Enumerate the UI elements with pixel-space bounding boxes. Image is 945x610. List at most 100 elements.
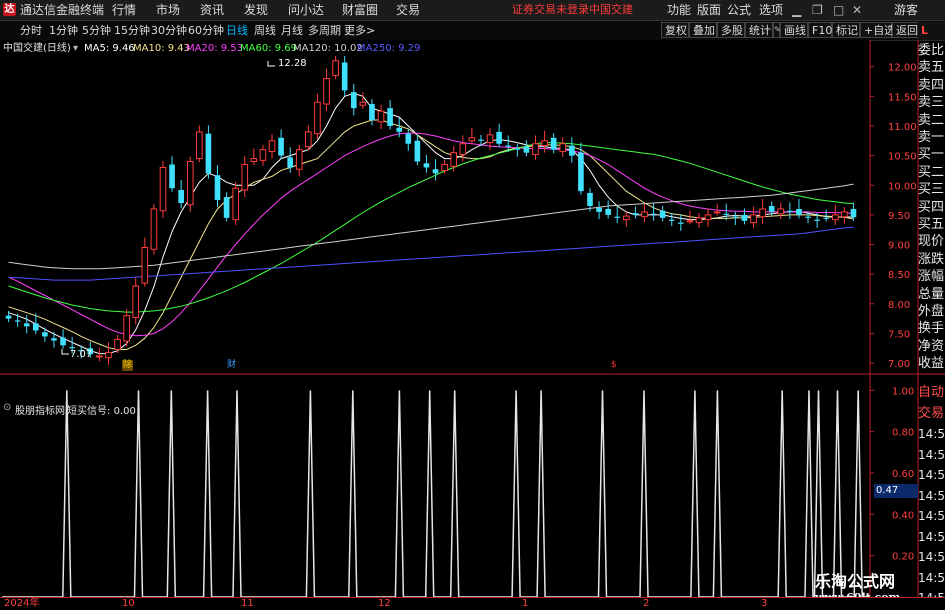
y-tick-label: 8.00 [888,300,910,311]
side-field-label: 买四 [918,199,945,215]
candle-body [323,78,330,105]
menu-discover[interactable]: 发现 [244,0,268,20]
menu-quotes[interactable]: 行情 [112,0,136,20]
adjust-button[interactable]: 复权 [661,22,689,38]
candle-body [823,217,830,219]
f10-button[interactable]: F10 [808,22,832,38]
menu-trade[interactable]: 交易 [396,0,420,20]
trade-time-label: 14:56 [918,427,945,441]
candle-body [486,134,494,144]
candle-body [805,216,811,218]
menu-function[interactable]: 功能 [667,0,691,20]
candle-body [478,139,484,141]
x-axis-label: 3 [761,598,768,609]
candle-body [178,189,184,204]
trade-time-label: 14:56 [918,570,945,585]
tab-60min[interactable]: 60分钟 [188,21,224,40]
low-price-label: 7.07 [70,349,93,360]
candle-body [787,210,793,212]
indicator-title[interactable]: 股朋指标网 [15,402,65,417]
candle-body [341,62,348,91]
candle-body [369,104,375,121]
candle-body [414,140,421,162]
menu-market[interactable]: 市场 [156,0,180,20]
candle-body [359,101,367,106]
back-button[interactable]: 返回 [892,22,920,38]
candle-body [668,219,675,221]
x-axis-bar [0,597,945,610]
multi-stock-button[interactable]: 多股 [717,22,745,38]
ex-rights-marker[interactable]: 除 [122,360,134,371]
statistics-button[interactable]: 统计 [745,22,773,38]
candle-body [686,220,694,223]
tab-multi-period[interactable]: 多周期 [308,21,341,40]
auto-trade-label[interactable]: 交易 [918,405,945,423]
tab-5min[interactable]: 5分钟 [82,21,111,40]
pen-icon[interactable]: ✎ [773,22,781,38]
candle-body [159,166,167,212]
kline-chart[interactable]: 12.0011.5011.0010.5010.009.509.008.508.0… [0,40,945,609]
candle-body [223,197,230,218]
tab-monthly[interactable]: 月线 [281,21,303,40]
candle-body [214,175,221,201]
menu-layout[interactable]: 版面 [697,0,721,20]
candle-body [623,215,630,221]
tab-weekly[interactable]: 周线 [254,21,276,40]
add-favorite-button[interactable]: +自选 [860,22,895,38]
tab-1min[interactable]: 1分钟 [49,21,78,40]
candle-body [205,133,212,174]
app-logo-icon: 达 [3,3,16,16]
side-field-label: 买一 [918,147,945,163]
y-tick-label: 11.00 [888,122,917,133]
menu-options[interactable]: 选项 [759,0,783,20]
candle-body [850,208,857,218]
side-field-label: 总量 [918,286,945,302]
candle-body [605,208,611,215]
tab-daily[interactable]: 日线 [226,21,248,40]
candle-body [550,137,557,150]
y-tick-label: 9.50 [888,211,910,222]
tab-more[interactable]: 更多> [344,21,375,40]
menu-ask[interactable]: 问小达 [288,0,324,20]
finance-marker[interactable]: 财 [227,360,236,371]
maximize-icon[interactable]: □ [833,0,844,20]
candle-body [750,214,757,224]
login-warning[interactable]: 证券交易未登录 [512,0,589,20]
guest-label[interactable]: 游客 [894,0,918,20]
candle-body [650,213,657,215]
candle-body [114,338,121,350]
restore-icon[interactable]: ❐ [812,0,823,20]
side-corner-label: L [921,24,929,37]
indicator-gear-icon[interactable]: ⊙ [3,402,11,413]
dropdown-icon[interactable]: ▾ [73,42,78,56]
tab-30min[interactable]: 30分钟 [151,21,187,40]
candle-body [659,210,666,218]
candle-body [768,206,775,212]
candle-body [432,169,439,174]
y-tick-label: 7.50 [888,329,910,340]
tab-15min[interactable]: 15分钟 [114,21,150,40]
minimize-icon[interactable]: ▁ [792,0,801,20]
auto-trade-label[interactable]: 自动 [918,384,945,402]
side-field-label: 委比 [918,43,945,58]
menu-news[interactable]: 资讯 [200,0,224,20]
x-axis-label: 2 [643,598,650,609]
candle-body [741,214,748,221]
tab-timeshare[interactable]: 分时 [20,21,42,40]
mark-button[interactable]: 标记 [832,22,860,38]
draw-line-button[interactable]: 画线 [780,22,808,38]
menu-wealth[interactable]: 财富圈 [342,0,378,20]
side-field-label: 外盘 [918,304,945,319]
candle-body [60,337,66,346]
signal-label: 短买信号: 0.00 [67,406,136,417]
candle-body [777,208,785,215]
trade-time-label: 14:56 [918,550,945,564]
menu-formula[interactable]: 公式 [727,0,751,20]
candle-body [32,323,39,331]
overlay-button[interactable]: 叠加 [689,22,717,38]
dividend-marker[interactable]: $ [611,360,617,371]
candle-body [305,131,312,148]
x-axis-label: 11 [241,598,254,609]
side-field-label: 卖五 [918,60,945,76]
close-icon[interactable]: ✕ [852,0,862,20]
